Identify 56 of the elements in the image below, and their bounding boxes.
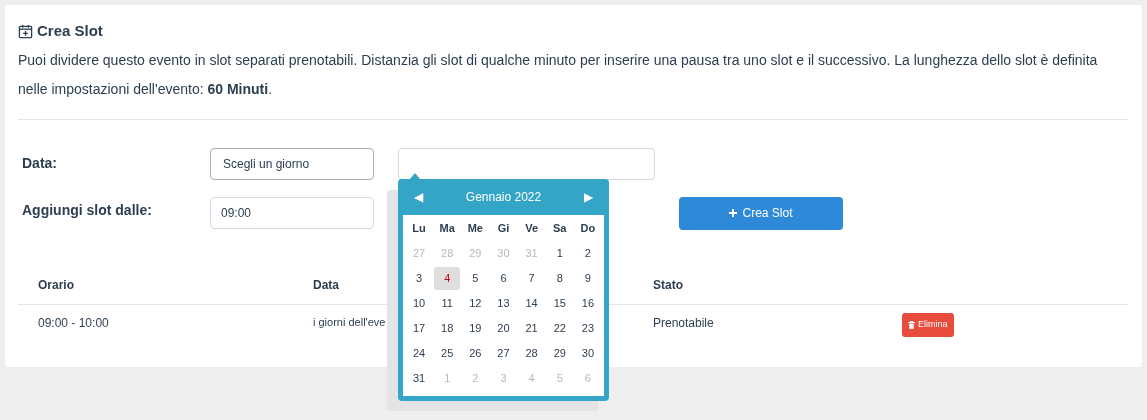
calendar-day[interactable]: 12 [462, 292, 489, 315]
calendar-day[interactable]: 11 [434, 292, 461, 315]
weekday-label: Gi [496, 221, 511, 237]
start-time-label: Aggiungi slot dalle: [22, 200, 153, 220]
weekday-label: Ma [438, 221, 456, 237]
table-cell-text: Prenotabile [653, 314, 714, 332]
month-title: Gennaio 2022 [465, 189, 542, 206]
calendar-day[interactable]: 31 [406, 367, 433, 390]
date-field[interactable]: Scegli un giorno [210, 147, 374, 180]
calendar-day[interactable]: 19 [462, 317, 489, 340]
calendar-day[interactable]: 22 [546, 317, 573, 340]
calendar-day[interactable]: 6 [490, 267, 517, 290]
calendar-day[interactable]: 28 [518, 342, 545, 365]
weekday-label: Ve [524, 221, 540, 237]
calendar-day[interactable]: 10 [406, 292, 433, 315]
calendar-day[interactable]: 27 [490, 342, 517, 365]
table-cell-text: i giorni dell'eve [313, 314, 386, 330]
calendar-plus-icon [18, 23, 33, 39]
create-slot-button[interactable]: Crea Slot [679, 196, 843, 230]
calendar-day[interactable]: 8 [546, 267, 573, 290]
column-header: Stato [653, 276, 683, 294]
weekday-label: Sa [552, 221, 568, 237]
column-header: Data [313, 276, 339, 294]
calendar-day[interactable]: 7 [518, 267, 545, 290]
column-header: Orario [38, 276, 74, 294]
section-title: Crea Slot [37, 21, 103, 41]
date-label: Data: [22, 153, 58, 173]
calendar-day[interactable]: 21 [518, 317, 545, 340]
calendar-day[interactable]: 13 [490, 292, 517, 315]
calendar-day[interactable]: 23 [574, 317, 601, 340]
calendar-day[interactable]: 17 [406, 317, 433, 340]
calendar-day[interactable]: 26 [462, 342, 489, 365]
calendar-day[interactable]: 25 [434, 342, 461, 365]
calendar-day[interactable]: 30 [574, 342, 601, 365]
start-time-field[interactable]: 09:00 [210, 196, 374, 229]
calendar-day[interactable]: 4 [434, 267, 461, 290]
calendar-day[interactable]: 14 [518, 292, 545, 315]
plus-icon [729, 209, 738, 217]
calendar-day[interactable]: 29 [546, 342, 573, 365]
calendar-day[interactable]: 3 [406, 267, 433, 290]
calendar-day[interactable]: 9 [574, 267, 601, 290]
table-cell-text: 09:00 - 10:00 [38, 314, 109, 332]
calendar-day[interactable]: 24 [406, 342, 433, 365]
calendar-day[interactable]: 1 [546, 242, 573, 265]
weekday-label: Do [579, 221, 597, 237]
description-text: Puoi dividere questo evento in slot separati prenotabili. Distanzia gli slot di qualche minuto per inserire una pausa tra uno slot e il successivo. La lunghezza dello slot è definita nelle impostazioni dell'evento: 60 Minuti. [18, 50, 1099, 99]
calendar-day[interactable]: 2 [574, 242, 601, 265]
delete-button[interactable]: Elimina [902, 312, 954, 337]
weekday-label: Lu [411, 221, 427, 237]
weekday-label: Me [466, 221, 484, 237]
trash-icon [908, 320, 915, 329]
calendar-day[interactable]: 15 [546, 292, 573, 315]
calendar-day[interactable]: 16 [574, 292, 601, 315]
calendar-day[interactable]: 5 [462, 267, 489, 290]
calendar-day[interactable]: 18 [434, 317, 461, 340]
calendar-day[interactable]: 20 [490, 317, 517, 340]
